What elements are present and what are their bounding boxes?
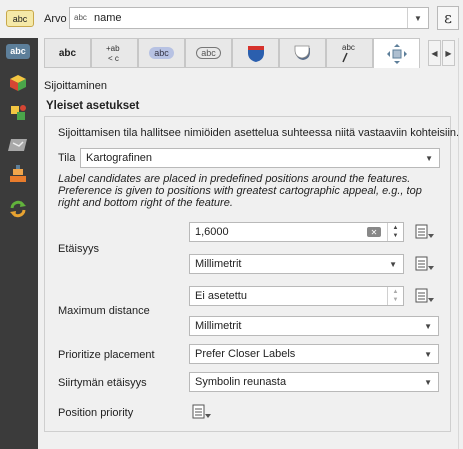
tab-formatting[interactable]: +ab < c (91, 38, 138, 68)
mask-icon: abc (196, 47, 221, 59)
section-title: Sijoittaminen (44, 80, 107, 92)
value-label: Arvo (44, 13, 67, 25)
chevron-down-icon: ▼ (424, 322, 432, 331)
max-distance-label: Maximum distance (58, 305, 150, 317)
tab-shadow[interactable] (279, 38, 326, 68)
position-priority-label: Position priority (58, 407, 134, 419)
distance-data-defined-button[interactable] (412, 222, 436, 242)
settings-tabs: abc +ab < c abc abc abc ◀ ▶ (44, 38, 463, 68)
data-defined-icon (192, 404, 211, 419)
chevron-down-icon: ▼ (389, 260, 397, 269)
field-type-icon: abc (74, 13, 87, 22)
tab-background[interactable] (232, 38, 279, 68)
distance-unit-data-defined-button[interactable] (412, 254, 436, 274)
tab-scroll-right-button[interactable]: ▶ (442, 40, 455, 66)
text-tab-icon: abc (58, 47, 77, 59)
shadow-icon (294, 45, 310, 60)
svg-text:+ab: +ab (106, 44, 120, 53)
value-field-combo[interactable]: abc name ▼ (69, 7, 429, 29)
sidebar: abc (0, 0, 38, 449)
map-layer-icon (8, 139, 27, 151)
offset-value: Symbolin reunasta (195, 376, 287, 388)
rule-based-icon (11, 105, 26, 120)
group-title: Yleiset asetukset (46, 100, 140, 112)
3d-box-icon (10, 75, 26, 91)
mode-label: Tila (58, 152, 76, 164)
prioritize-value: Prefer Closer Labels (195, 348, 296, 360)
sidebar-item-3d[interactable] (5, 72, 31, 94)
sidebar-item-rendering[interactable] (5, 134, 31, 156)
formatting-icon: +ab < c (106, 44, 120, 63)
svg-text:abc: abc (342, 43, 355, 52)
chevron-down-icon: ▼ (424, 350, 432, 359)
tab-mask[interactable]: abc (185, 38, 232, 68)
distance-spinbox[interactable]: 1,6000 ✕ ▲ ▼ (189, 222, 404, 242)
offset-label: Siirtymän etäisyys (58, 377, 147, 389)
max-distance-unit-select[interactable]: Millimetrit ▼ (189, 316, 439, 336)
tab-placement[interactable] (373, 38, 420, 68)
tab-text[interactable]: abc (44, 38, 91, 68)
max-distance-value: Ei asetettu (195, 290, 247, 302)
text-abc-icon: abc (6, 43, 30, 59)
spin-arrows-icon[interactable]: ▲ ▼ (387, 223, 403, 241)
max-distance-unit-value: Millimetrit (195, 320, 242, 332)
placement-mode-select[interactable]: Kartografinen ▼ (80, 148, 440, 168)
stacked-labels-icon (10, 165, 26, 182)
position-priority-data-defined-button[interactable] (189, 402, 213, 422)
chevron-down-icon: ▼ (424, 378, 432, 387)
distance-value: 1,6000 (195, 226, 229, 238)
distance-unit-value: Millimetrit (195, 258, 242, 270)
buffer-icon: abc (149, 47, 174, 59)
placement-icon (386, 43, 407, 64)
refresh-arrows-icon (10, 200, 26, 218)
chevron-down-icon: ▼ (425, 154, 433, 163)
max-distance-data-defined-button[interactable] (412, 286, 436, 306)
text-abc-icon: abc (6, 10, 34, 27)
tab-scroll-left-button[interactable]: ◀ (428, 40, 441, 66)
chevron-down-icon[interactable]: ▼ (407, 8, 428, 28)
placement-description: Sijoittamisen tila hallitsee nimiöiden a… (58, 127, 460, 139)
callouts-icon: abc (342, 43, 355, 63)
sidebar-item-stack[interactable] (5, 164, 31, 186)
shield-icon (247, 46, 264, 62)
prioritize-select[interactable]: Prefer Closer Labels ▼ (189, 344, 439, 364)
sidebar-item-actions[interactable] (5, 198, 31, 220)
data-defined-icon (415, 256, 434, 271)
placement-mode-help: Label candidates are placed in predefine… (58, 173, 422, 209)
sidebar-item-rules[interactable] (5, 102, 31, 124)
distance-unit-select[interactable]: Millimetrit ▼ (189, 254, 404, 274)
tab-buffer[interactable]: abc (138, 38, 185, 68)
clear-icon[interactable]: ✕ (367, 227, 381, 237)
value-field-text: name (94, 12, 122, 24)
offset-select[interactable]: Symbolin reunasta ▼ (189, 372, 439, 392)
distance-label: Etäisyys (58, 243, 99, 255)
svg-text:< c: < c (108, 54, 119, 63)
data-defined-icon (415, 224, 434, 239)
sidebar-item-text[interactable]: abc (5, 40, 31, 62)
scrollbar[interactable] (458, 38, 459, 449)
max-distance-spinbox[interactable]: Ei asetettu ▲ ▼ (189, 286, 404, 306)
data-defined-icon (415, 288, 434, 303)
expression-button[interactable]: ε (437, 6, 459, 30)
prioritize-label: Prioritize placement (58, 349, 155, 361)
placement-mode-value: Kartografinen (86, 152, 153, 164)
tab-callouts[interactable]: abc (326, 38, 373, 68)
value-bar: abc Arvo abc name ▼ ε (0, 0, 463, 38)
spin-arrows-icon[interactable]: ▲ ▼ (387, 287, 403, 305)
